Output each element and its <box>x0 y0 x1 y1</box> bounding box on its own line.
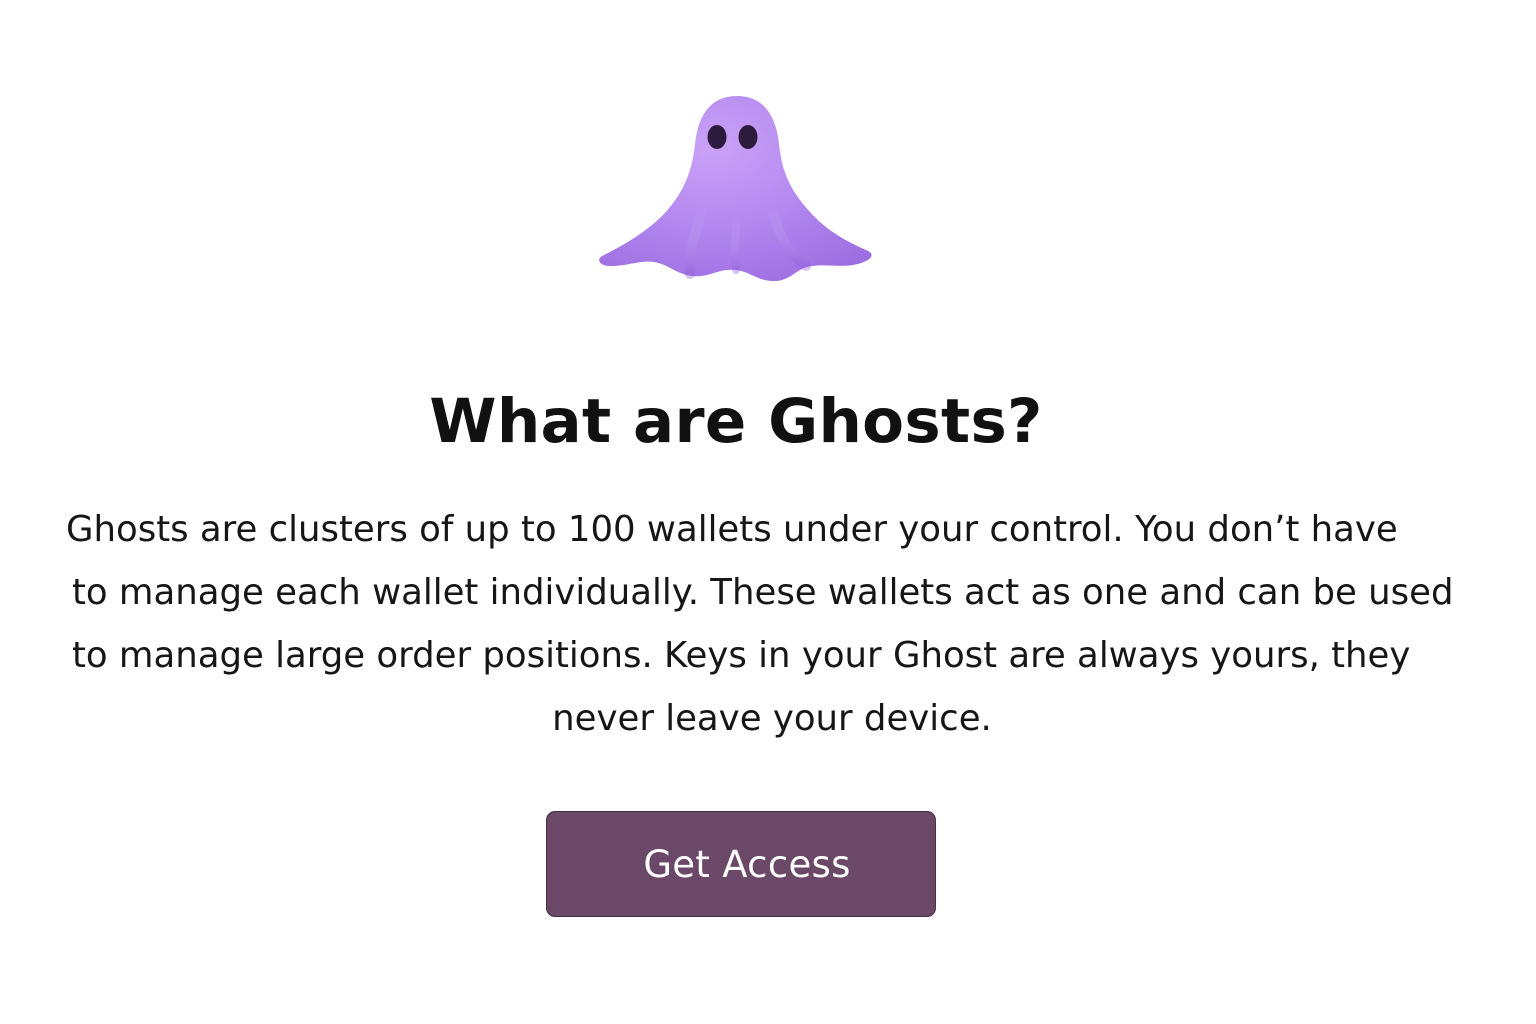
get-access-label: Get Access <box>643 842 851 886</box>
get-access-button[interactable]: Get Access <box>546 811 936 917</box>
description-line: Ghosts are clusters of up to 100 wallets… <box>66 509 1398 550</box>
ghost-icon <box>599 96 872 282</box>
ghosts-description: Ghosts are clusters of up to 100 wallets… <box>50 498 1494 750</box>
description-line: to manage large order positions. Keys in… <box>72 635 1411 676</box>
ghosts-info-page: What are Ghosts? Ghosts are clusters of … <box>0 0 1536 1024</box>
page-title: What are Ghosts? <box>429 386 1043 457</box>
description-line: to manage each wallet individually. Thes… <box>72 572 1454 613</box>
ghost-illustration <box>592 88 882 288</box>
description-line: never leave your device. <box>552 698 992 739</box>
